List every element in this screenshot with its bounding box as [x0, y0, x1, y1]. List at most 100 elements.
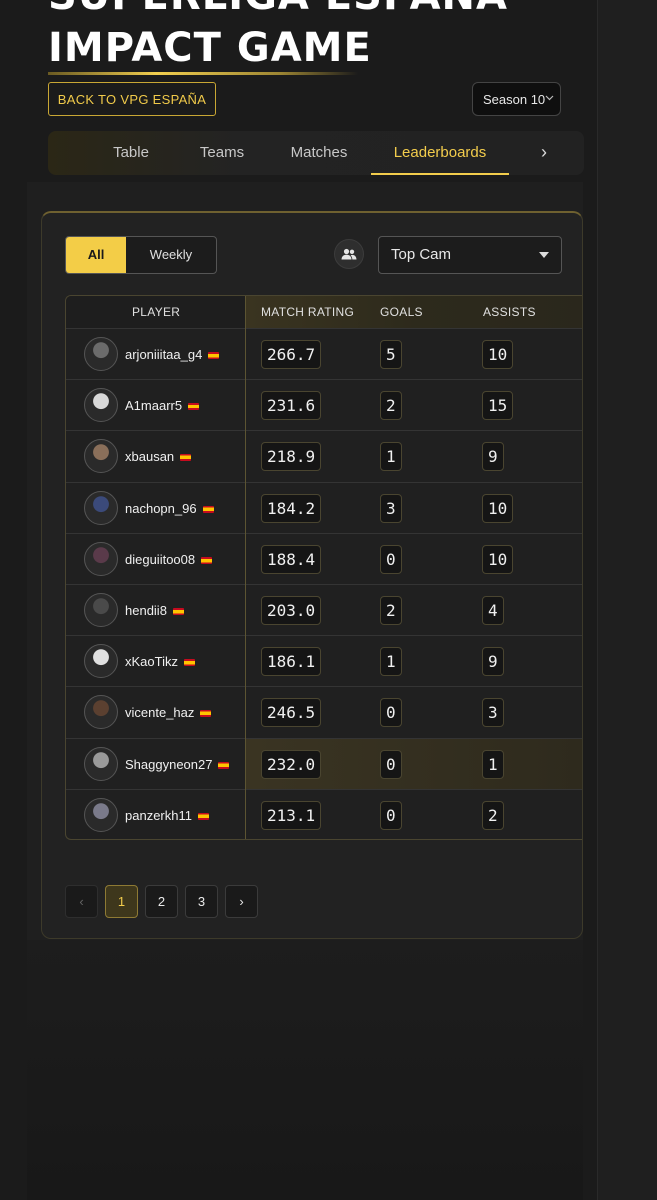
player-name-text: xbausan [125, 449, 175, 465]
tab-leaderboards[interactable]: Leaderboards [371, 131, 509, 175]
match-rating-value: 184.2 [261, 493, 322, 523]
match-rating-value: 218.9 [261, 442, 322, 472]
goals-value: 0 [380, 544, 402, 574]
player-name-text: xKaoTikz [125, 654, 178, 670]
tab-matches[interactable]: Matches [280, 131, 358, 175]
period-all-button[interactable]: All [66, 237, 126, 273]
spain-flag-icon [197, 812, 209, 820]
spain-flag-icon [208, 352, 220, 360]
position-select[interactable]: Top Cam [378, 236, 562, 274]
title-underline [48, 72, 358, 75]
goals-value: 0 [380, 698, 402, 728]
player-name[interactable]: A1maarr5 [125, 380, 200, 431]
row-stats: 186.1 1 9 [246, 636, 582, 687]
tab-bar: Table Teams Matches Leaderboards › [48, 131, 584, 175]
assists-value: 2 [482, 800, 504, 830]
table-row[interactable]: arjoniiitaa_g4 266.7 5 10 [66, 328, 582, 380]
player-name[interactable]: nachopn_96 [125, 483, 214, 534]
row-stats: 218.9 1 9 [246, 431, 582, 482]
player-name[interactable]: panzerkh11 [125, 790, 209, 839]
season-select[interactable]: Season 10 [472, 82, 561, 116]
player-name-text: panzerkh11 [125, 807, 192, 823]
assists-value: 9 [482, 442, 504, 472]
pagination-page-3[interactable]: 3 [185, 885, 218, 918]
table-row[interactable]: xbausan 218.9 1 9 [66, 430, 582, 482]
goals-value: 2 [380, 596, 402, 625]
avatar [84, 644, 118, 679]
assists-value: 3 [482, 698, 504, 728]
goals-value: 1 [380, 647, 402, 677]
tab-teams[interactable]: Teams [188, 131, 256, 175]
leaderboard-table: PLAYER MATCH RATING GOALS ASSISTS arjoni… [65, 295, 582, 840]
player-name[interactable]: xKaoTikz [125, 636, 195, 687]
assists-value: 10 [482, 493, 514, 523]
player-name[interactable]: Shaggyneon27 [125, 739, 230, 790]
pagination-page-1[interactable]: 1 [105, 885, 138, 918]
goals-value: 5 [380, 340, 402, 369]
player-name[interactable]: dieguiitoo08 [125, 534, 213, 585]
match-rating-value: 213.1 [261, 800, 322, 830]
player-name[interactable]: vicente_haz [125, 687, 212, 738]
avatar [84, 388, 118, 423]
goals-value: 0 [380, 749, 402, 779]
chevron-down-icon [545, 93, 554, 104]
table-row[interactable]: Shaggyneon27 232.0 0 1 [66, 737, 582, 790]
spain-flag-icon [188, 403, 200, 411]
row-stats: 184.2 3 10 [246, 483, 582, 534]
match-rating-value: 203.0 [261, 596, 322, 625]
avatar [84, 490, 118, 525]
goals-value: 3 [380, 493, 402, 523]
row-stats: 266.7 5 10 [246, 329, 582, 380]
assists-value: 4 [482, 596, 504, 625]
assists-value: 10 [482, 544, 514, 574]
spain-flag-icon [218, 761, 230, 769]
goals-value: 2 [380, 391, 402, 421]
content-background-lower [27, 940, 583, 1200]
table-row[interactable]: hendii8 203.0 2 4 [66, 584, 582, 636]
period-weekly-button[interactable]: Weekly [126, 237, 216, 273]
player-name-text: nachopn_96 [125, 500, 197, 516]
row-stats: 246.5 0 3 [246, 687, 582, 738]
player-name-text: Shaggyneon27 [125, 756, 213, 772]
player-name-text: A1maarr5 [125, 398, 183, 414]
header-goals[interactable]: GOALS [380, 296, 423, 328]
player-name[interactable]: hendii8 [125, 585, 184, 636]
header-player[interactable]: PLAYER [132, 296, 180, 328]
pagination-page-2[interactable]: 2 [145, 885, 178, 918]
table-row[interactable]: vicente_haz 246.5 0 3 [66, 686, 582, 738]
tabs-scroll-right-icon[interactable]: › [532, 131, 556, 175]
pagination-prev-button[interactable]: ‹ [65, 885, 98, 918]
avatar [84, 439, 118, 474]
header-match-rating[interactable]: MATCH RATING [261, 296, 354, 328]
spain-flag-icon [200, 710, 212, 718]
period-toggle: All Weekly [65, 236, 217, 274]
season-value: Season 10 [483, 91, 546, 107]
table-row[interactable]: A1maarr5 231.6 2 15 [66, 379, 582, 431]
header-assists[interactable]: ASSISTS [483, 296, 536, 328]
page-title: IMPACT GAME [48, 25, 372, 71]
back-to-league-button[interactable]: BACK TO VPG ESPAÑA [48, 82, 216, 116]
match-rating-value: 232.0 [261, 749, 322, 779]
row-stats: 188.4 0 10 [246, 534, 582, 585]
match-rating-value: 186.1 [261, 647, 322, 677]
pagination-next-button[interactable]: › [225, 885, 258, 918]
table-row[interactable]: xKaoTikz 186.1 1 9 [66, 635, 582, 687]
table-row[interactable]: dieguiitoo08 188.4 0 10 [66, 532, 582, 585]
users-icon[interactable] [334, 239, 364, 269]
table-row[interactable]: nachopn_96 184.2 3 10 [66, 481, 582, 534]
avatar [84, 593, 118, 627]
match-rating-value: 246.5 [261, 698, 322, 728]
row-stats: 231.6 2 15 [246, 380, 582, 431]
right-gutter [597, 0, 657, 1200]
spain-flag-icon [202, 505, 214, 513]
avatar [84, 746, 118, 781]
player-name[interactable]: xbausan [125, 431, 192, 482]
player-name[interactable]: arjoniiitaa_g4 [125, 329, 220, 380]
page-title-top: SUPERLIGA ESPAÑA [48, 0, 608, 18]
goals-value: 1 [380, 442, 402, 472]
player-name-text: arjoniiitaa_g4 [125, 347, 203, 362]
tab-table[interactable]: Table [98, 131, 164, 175]
assists-value: 15 [482, 391, 514, 421]
table-row[interactable]: panzerkh11 213.1 0 2 [66, 788, 582, 839]
player-name-text: vicente_haz [125, 705, 195, 721]
